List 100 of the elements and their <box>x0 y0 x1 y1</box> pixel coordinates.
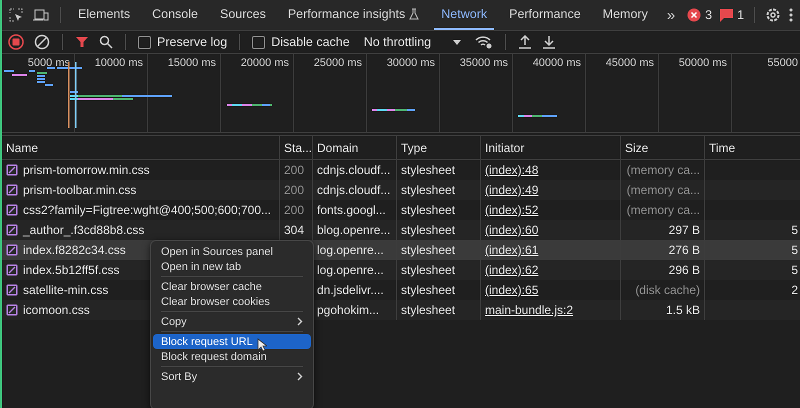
column-header[interactable]: Time <box>709 140 736 154</box>
type-text: stylesheet <box>401 223 456 237</box>
request-row[interactable]: _author_.f3cd88b8.css 304 blog.openre... stylesheet (index):60 297 B 5 <box>2 220 800 240</box>
type-text: stylesheet <box>401 183 456 197</box>
column-header[interactable]: Domain <box>317 140 358 154</box>
error-icon <box>687 8 702 22</box>
initiator-link[interactable]: main-bundle.js:2 <box>485 303 574 317</box>
flask-icon <box>409 8 420 20</box>
time-tick-label: 45000 ms <box>606 57 654 69</box>
checkbox[interactable] <box>138 36 151 48</box>
panel-tab[interactable]: Network <box>434 0 494 30</box>
stylesheet-icon <box>6 304 18 316</box>
initiator-link[interactable]: (index):61 <box>485 243 538 257</box>
domain-text: dn.jsdelivr.... <box>317 283 384 297</box>
stylesheet-icon <box>6 224 18 236</box>
stylesheet-icon <box>6 164 18 176</box>
time-tick-label: 25000 ms <box>314 57 362 69</box>
panel-tab[interactable]: Memory <box>596 0 655 30</box>
request-name: prism-toolbar.min.css <box>23 183 136 197</box>
stylesheet-icon <box>6 244 18 256</box>
time-text: 5 <box>791 223 798 237</box>
request-name: _author_.f3cd88b8.css <box>23 223 144 237</box>
initiator-link[interactable]: (index):62 <box>485 263 538 277</box>
initiator-link[interactable]: (index):49 <box>485 183 538 197</box>
type-text: stylesheet <box>401 283 456 297</box>
domain-text: blog.openre... <box>317 223 390 237</box>
domain-text: cdnjs.cloudf... <box>317 183 390 197</box>
throttling-dropdown[interactable]: No throttling <box>360 35 466 49</box>
stylesheet-icon <box>6 284 18 296</box>
column-header[interactable]: Size <box>625 140 648 154</box>
menu-item[interactable]: Open in new tab <box>153 259 311 274</box>
column-header[interactable]: Sta... <box>284 140 312 154</box>
request-name: satellite-min.css <box>23 283 108 297</box>
request-name: icomoon.css <box>23 303 90 317</box>
clear-icon[interactable] <box>34 34 50 50</box>
type-text: stylesheet <box>401 243 456 257</box>
menu-item[interactable]: Open in Sources panel <box>153 244 311 259</box>
message-icon <box>720 8 734 22</box>
status-code: 304 <box>284 223 304 237</box>
domain-text: log.openre... <box>317 243 384 257</box>
domain-text: log.openre... <box>317 263 384 277</box>
time-tick-label: 55000 <box>767 57 798 69</box>
checkbox[interactable] <box>252 36 266 48</box>
network-settings-icon[interactable] <box>475 35 494 49</box>
checkbox-label: Preserve log <box>157 35 228 49</box>
initiator-link[interactable]: (index):48 <box>485 163 538 177</box>
settings-icon[interactable] <box>765 7 782 23</box>
request-name: css2?family=Figtree:wght@400;500;600;700... <box>23 203 271 217</box>
filter-icon[interactable] <box>75 35 89 49</box>
type-text: stylesheet <box>401 303 456 317</box>
pointer-cursor-icon <box>257 338 267 352</box>
menu-item[interactable]: Sort By <box>153 369 311 384</box>
domain-text: cdnjs.cloudf... <box>317 163 390 177</box>
download-icon[interactable] <box>542 35 556 49</box>
time-tick-label: 40000 ms <box>532 57 581 69</box>
panel-tab[interactable]: Performance <box>502 0 588 30</box>
menu-item[interactable]: Clear browser cache <box>153 279 311 294</box>
menu-item[interactable]: Block request domain <box>153 349 311 364</box>
stylesheet-icon <box>6 264 18 276</box>
request-name: index.5b12ff5f.css <box>23 263 120 277</box>
time-text: 5 <box>791 243 798 257</box>
domain-text: pgohokim... <box>317 303 380 317</box>
column-header[interactable]: Initiator <box>485 140 524 154</box>
status-code: 200 <box>284 183 304 197</box>
size-text: 1.5 kB <box>666 303 700 317</box>
size-text: (disk cache) <box>635 283 700 297</box>
status-code: 200 <box>284 163 304 177</box>
panel-tab[interactable]: Elements <box>71 0 138 30</box>
size-text: (memory ca... <box>626 163 700 177</box>
more-options-icon[interactable] <box>789 8 794 22</box>
initiator-link[interactable]: (index):52 <box>485 203 538 217</box>
record-icon[interactable] <box>8 34 24 50</box>
status-code: 200 <box>284 203 304 217</box>
upload-icon[interactable] <box>518 35 532 49</box>
column-header[interactable]: Name <box>6 140 38 154</box>
request-row[interactable]: prism-toolbar.min.css 200 cdnjs.cloudf... stylesheet (index):49 (memory ca... <box>2 180 800 200</box>
chevron-right-icon <box>297 317 303 326</box>
panel-tab[interactable]: Console <box>145 0 205 30</box>
more-tabs-button[interactable]: » <box>662 6 680 24</box>
menu-item[interactable]: Block request URL <box>153 334 311 349</box>
domain-text: fonts.googl... <box>317 203 386 217</box>
inspect-icon[interactable] <box>8 7 24 23</box>
search-icon[interactable] <box>99 35 113 49</box>
device-icon[interactable] <box>32 7 50 23</box>
time-text: 2 <box>791 283 798 297</box>
time-text: 5 <box>791 263 798 277</box>
message-count: 1 <box>737 8 744 22</box>
stylesheet-icon <box>6 204 18 216</box>
column-header[interactable]: Type <box>401 140 428 154</box>
initiator-link[interactable]: (index):60 <box>485 223 538 237</box>
time-tick-label: 20000 ms <box>240 57 289 69</box>
panel-tab[interactable]: Sources <box>212 0 273 30</box>
panel-tab[interactable]: Performance insights <box>280 0 426 30</box>
caret-icon <box>453 40 462 44</box>
time-tick-label: 30000 ms <box>386 57 435 69</box>
size-text: 276 B <box>668 243 700 257</box>
time-tick-label: 10000 ms <box>94 57 143 69</box>
type-text: stylesheet <box>401 203 456 217</box>
initiator-link[interactable]: (index):65 <box>485 283 538 297</box>
size-text: 297 B <box>668 223 700 237</box>
